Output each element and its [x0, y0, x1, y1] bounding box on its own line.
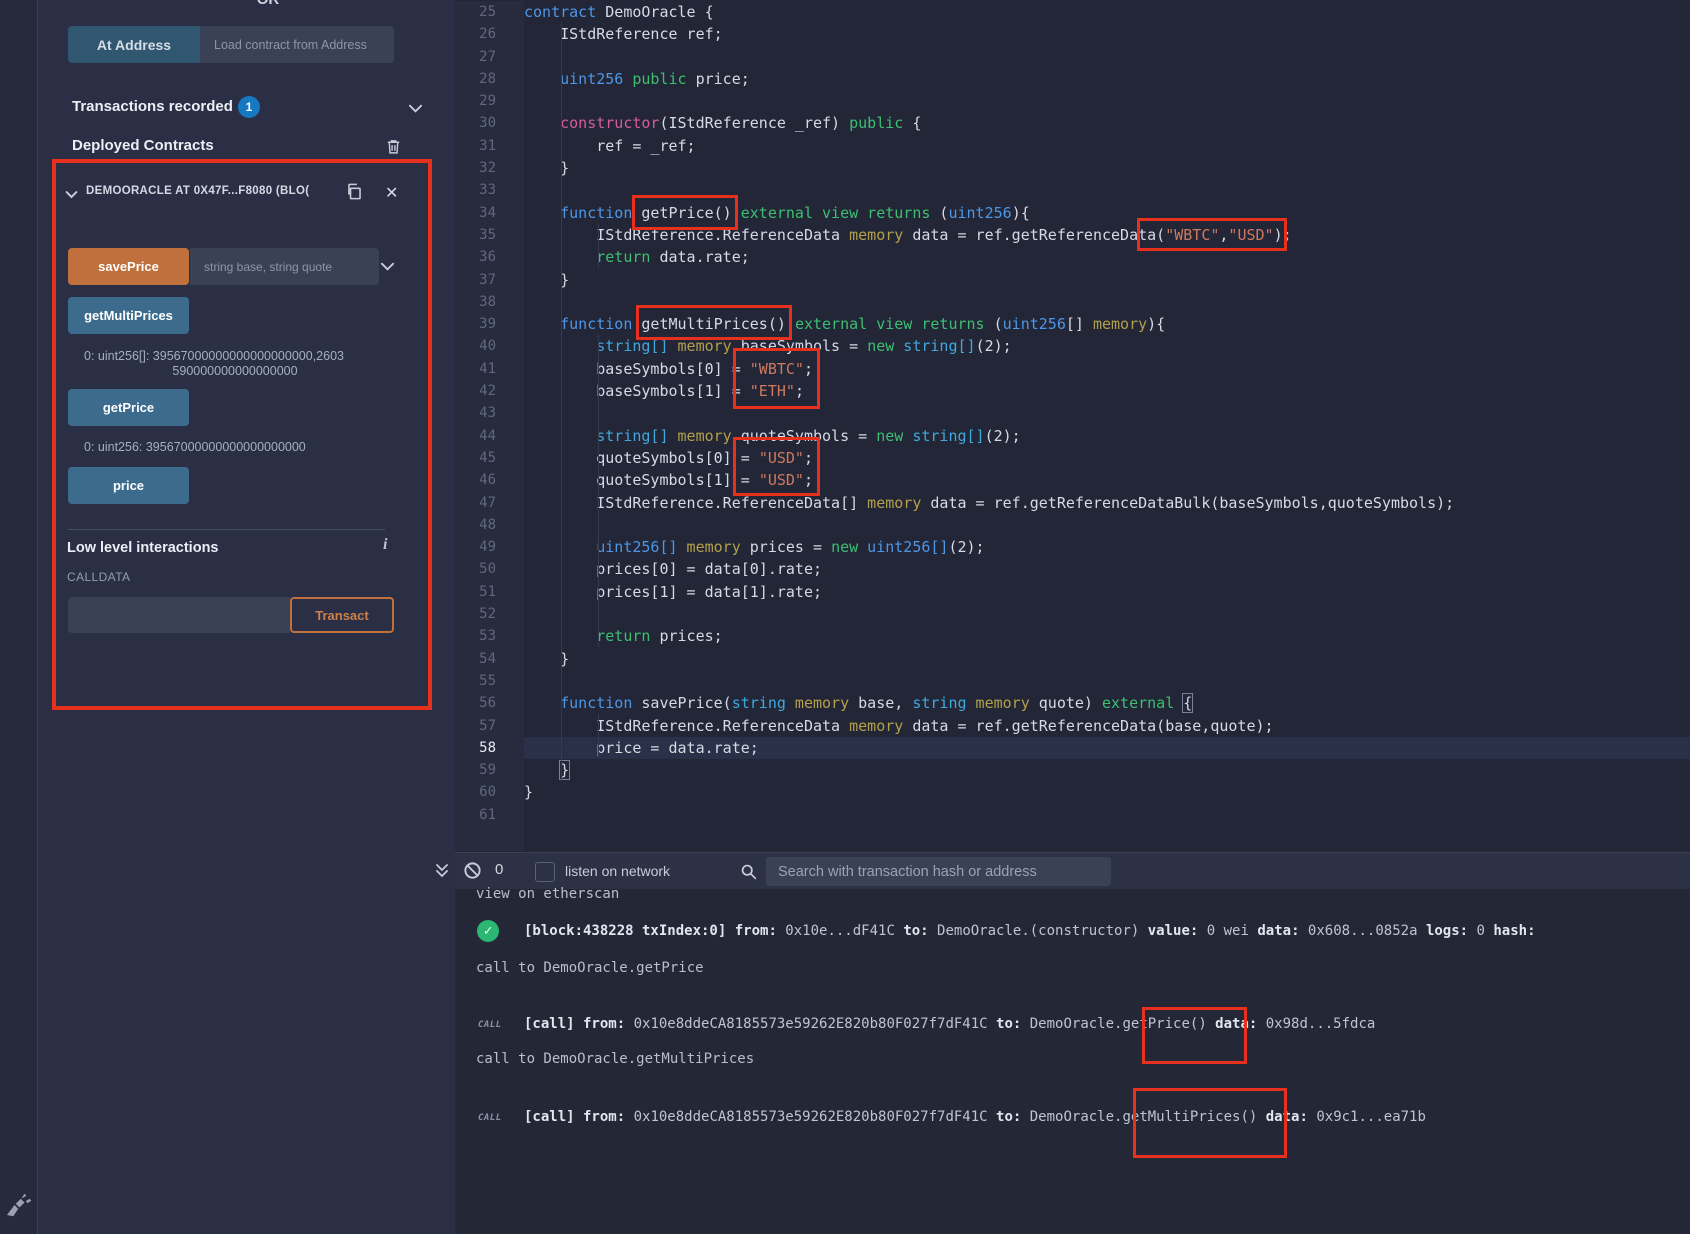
- code-line[interactable]: contract DemoOracle {: [524, 1, 1690, 23]
- get-price-button[interactable]: getPrice: [68, 389, 189, 426]
- code-line[interactable]: [524, 90, 1690, 112]
- code-line[interactable]: }: [524, 781, 1690, 803]
- code-line[interactable]: }: [524, 157, 1690, 179]
- result-line1: 0: uint256[]: 39567000000000000000000,26…: [84, 349, 344, 363]
- activity-bar: [0, 0, 38, 1234]
- clear-console-ban-icon[interactable]: [463, 861, 482, 880]
- contract-collapse-chevron-icon[interactable]: [65, 188, 78, 201]
- transactions-chevron-down-icon[interactable]: [408, 101, 423, 116]
- code-line[interactable]: }: [524, 269, 1690, 291]
- code-line[interactable]: }: [524, 759, 1690, 781]
- code-line[interactable]: [524, 46, 1690, 68]
- terminal-row[interactable]: [call] from: 0x10e8ddeCA8185573e59262E82…: [524, 1016, 1375, 1032]
- transact-button[interactable]: Transact: [290, 597, 394, 633]
- terminal-row[interactable]: view on etherscan: [476, 886, 619, 902]
- code-line[interactable]: price = data.rate;: [524, 737, 1690, 759]
- code-line[interactable]: [524, 291, 1690, 313]
- search-icon: [740, 863, 757, 880]
- tx-success-check-icon: ✓: [477, 920, 499, 942]
- editor-code[interactable]: contract DemoOracle { IStdReference ref;…: [524, 1, 1690, 851]
- editor-gutter: 2526272829303132333435363738394041424344…: [455, 1, 524, 851]
- indent-guide: [561, 23, 562, 781]
- get-multi-prices-button[interactable]: getMultiPrices: [68, 297, 189, 334]
- code-line[interactable]: baseSymbols[0] = "WBTC";: [524, 358, 1690, 380]
- save-price-button[interactable]: savePrice: [68, 248, 189, 285]
- deployed-contracts-label: Deployed Contracts: [72, 137, 214, 154]
- transactions-recorded-label: Transactions recorded: [72, 98, 233, 115]
- code-line[interactable]: IStdReference ref;: [524, 23, 1690, 45]
- code-line[interactable]: IStdReference.ReferenceData memory data …: [524, 715, 1690, 737]
- code-line[interactable]: [524, 603, 1690, 625]
- terminal-row[interactable]: [block:438228 txIndex:0] from: 0x10e...d…: [524, 923, 1536, 939]
- low-level-interactions-label: Low level interactions: [67, 540, 219, 556]
- call-tag-label: CALL: [478, 1020, 502, 1030]
- or-label: OR: [198, 0, 338, 8]
- result-line2: 590000000000000000: [84, 364, 386, 379]
- calldata-label: CALLDATA: [67, 570, 130, 584]
- close-contract-icon[interactable]: ✕: [385, 183, 398, 203]
- code-line[interactable]: quoteSymbols[1] = "USD";: [524, 469, 1690, 491]
- terminal-row[interactable]: call to DemoOracle.getMultiPrices: [476, 1051, 754, 1067]
- code-line[interactable]: [524, 670, 1690, 692]
- save-price-expand-chevron-icon[interactable]: [380, 259, 395, 274]
- cursor-icon: [2, 1188, 32, 1222]
- code-line[interactable]: prices[1] = data[1].rate;: [524, 581, 1690, 603]
- terminal-toolbar: 0 listen on network Search with transact…: [455, 852, 1690, 890]
- expand-terminal-double-chevron-icon[interactable]: [434, 863, 450, 879]
- code-line[interactable]: constructor(IStdReference _ref) public {: [524, 112, 1690, 134]
- listen-on-network-label: listen on network: [565, 863, 670, 879]
- terminal-search-input[interactable]: Search with transaction hash or address: [766, 857, 1111, 886]
- calldata-input[interactable]: [68, 597, 290, 633]
- indent-guide: [598, 714, 599, 758]
- code-line[interactable]: function getPrice() external view return…: [524, 202, 1690, 224]
- code-line[interactable]: IStdReference.ReferenceData[] memory dat…: [524, 492, 1690, 514]
- listen-on-network-checkbox[interactable]: [535, 862, 555, 882]
- code-line[interactable]: prices[0] = data[0].rate;: [524, 558, 1690, 580]
- code-line[interactable]: [524, 179, 1690, 201]
- at-address-button[interactable]: At Address: [68, 26, 200, 63]
- info-icon[interactable]: i: [383, 536, 387, 554]
- code-line[interactable]: [524, 514, 1690, 536]
- run-deploy-panel: OR At Address Load contract from Address…: [38, 0, 455, 1234]
- get-price-result: 0: uint256: 39567000000000000000000: [84, 440, 306, 455]
- code-line[interactable]: [524, 804, 1690, 826]
- pending-tx-count: 0: [495, 861, 503, 878]
- save-price-params-input[interactable]: string base, string quote: [190, 248, 379, 285]
- remix-ide-screen: OR At Address Load contract from Address…: [0, 0, 1690, 1234]
- code-line[interactable]: return prices;: [524, 625, 1690, 647]
- code-line[interactable]: [524, 402, 1690, 424]
- call-tag-label: CALL: [478, 1113, 502, 1123]
- terminal-log[interactable]: view on etherscan ✓ [block:438228 txIndex:…: [455, 889, 1690, 1234]
- code-line[interactable]: uint256[] memory prices = new uint256[](…: [524, 536, 1690, 558]
- code-editor[interactable]: 2526272829303132333435363738394041424344…: [455, 0, 1690, 852]
- code-line[interactable]: return data.rate;: [524, 246, 1690, 268]
- trash-icon[interactable]: [385, 138, 402, 155]
- code-line[interactable]: function savePrice(string memory base, s…: [524, 692, 1690, 714]
- transactions-count-badge: 1: [238, 96, 260, 118]
- indent-guide: [598, 335, 599, 647]
- code-line[interactable]: IStdReference.ReferenceData memory data …: [524, 224, 1690, 246]
- load-contract-address-input[interactable]: Load contract from Address: [200, 26, 394, 63]
- get-multi-prices-result: 0: uint256[]: 39567000000000000000000,26…: [84, 349, 386, 379]
- price-button[interactable]: price: [68, 467, 189, 504]
- terminal-row[interactable]: [call] from: 0x10e8ddeCA8185573e59262E82…: [524, 1109, 1426, 1125]
- code-line[interactable]: baseSymbols[1] = "ETH";: [524, 380, 1690, 402]
- code-line[interactable]: string[] memory quoteSymbols = new strin…: [524, 425, 1690, 447]
- code-line[interactable]: quoteSymbols[0] = "USD";: [524, 447, 1690, 469]
- code-line[interactable]: }: [524, 648, 1690, 670]
- code-line[interactable]: function getMultiPrices() external view …: [524, 313, 1690, 335]
- code-line[interactable]: string[] memory baseSymbols = new string…: [524, 335, 1690, 357]
- copy-icon[interactable]: [345, 182, 364, 201]
- code-line[interactable]: ref = _ref;: [524, 135, 1690, 157]
- indent-guide: [598, 224, 599, 268]
- code-line[interactable]: uint256 public price;: [524, 68, 1690, 90]
- deployed-contract-title: DEMOORACLE AT 0X47F...F8080 (BLO(: [86, 185, 351, 197]
- terminal-row[interactable]: call to DemoOracle.getPrice: [476, 960, 704, 976]
- divider: [68, 529, 385, 530]
